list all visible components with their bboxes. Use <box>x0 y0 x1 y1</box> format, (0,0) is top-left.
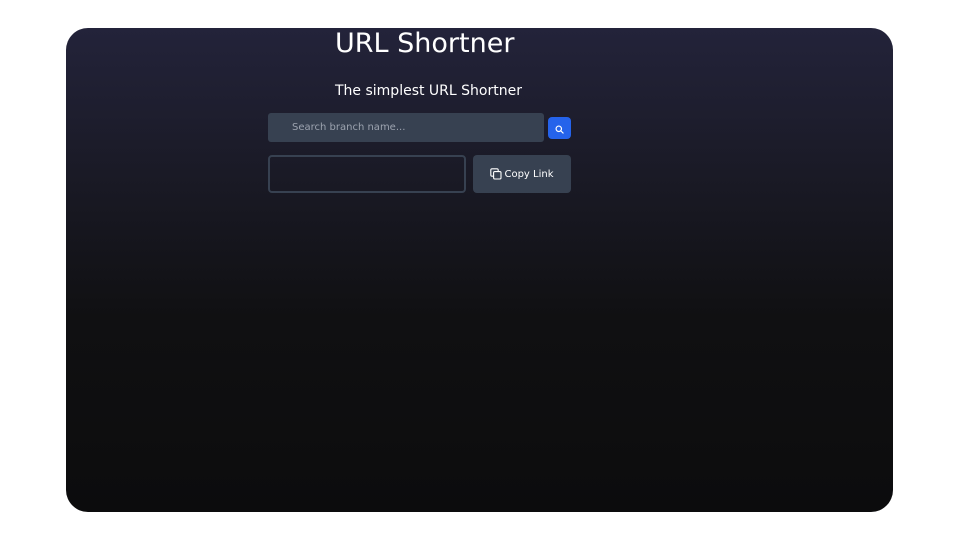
short-link-output[interactable] <box>268 155 466 193</box>
page-title: URL Shortner <box>335 28 515 59</box>
page-subtitle: The simplest URL Shortner <box>335 83 522 99</box>
copy-link-label: Copy Link <box>504 168 554 180</box>
copy-link-button[interactable]: Copy Link <box>473 155 571 193</box>
search-input[interactable] <box>268 113 544 142</box>
copy-icon <box>490 168 503 180</box>
search-icon <box>555 119 564 138</box>
main-card: URL Shortner The simplest URL Shortner C… <box>66 28 893 512</box>
search-button[interactable] <box>548 117 571 139</box>
